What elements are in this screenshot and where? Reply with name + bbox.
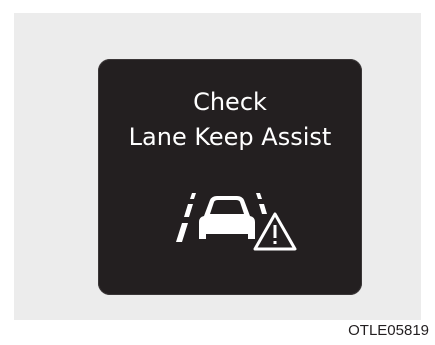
cluster-display: Check Lane Keep Assist (98, 59, 362, 295)
warning-message-line-2: Lane Keep Assist (128, 123, 332, 151)
warning-message-line-1: Check (193, 88, 267, 116)
lane-keep-assist-warning-icon (176, 193, 297, 251)
figure-code: OTLE05819 (348, 322, 429, 339)
